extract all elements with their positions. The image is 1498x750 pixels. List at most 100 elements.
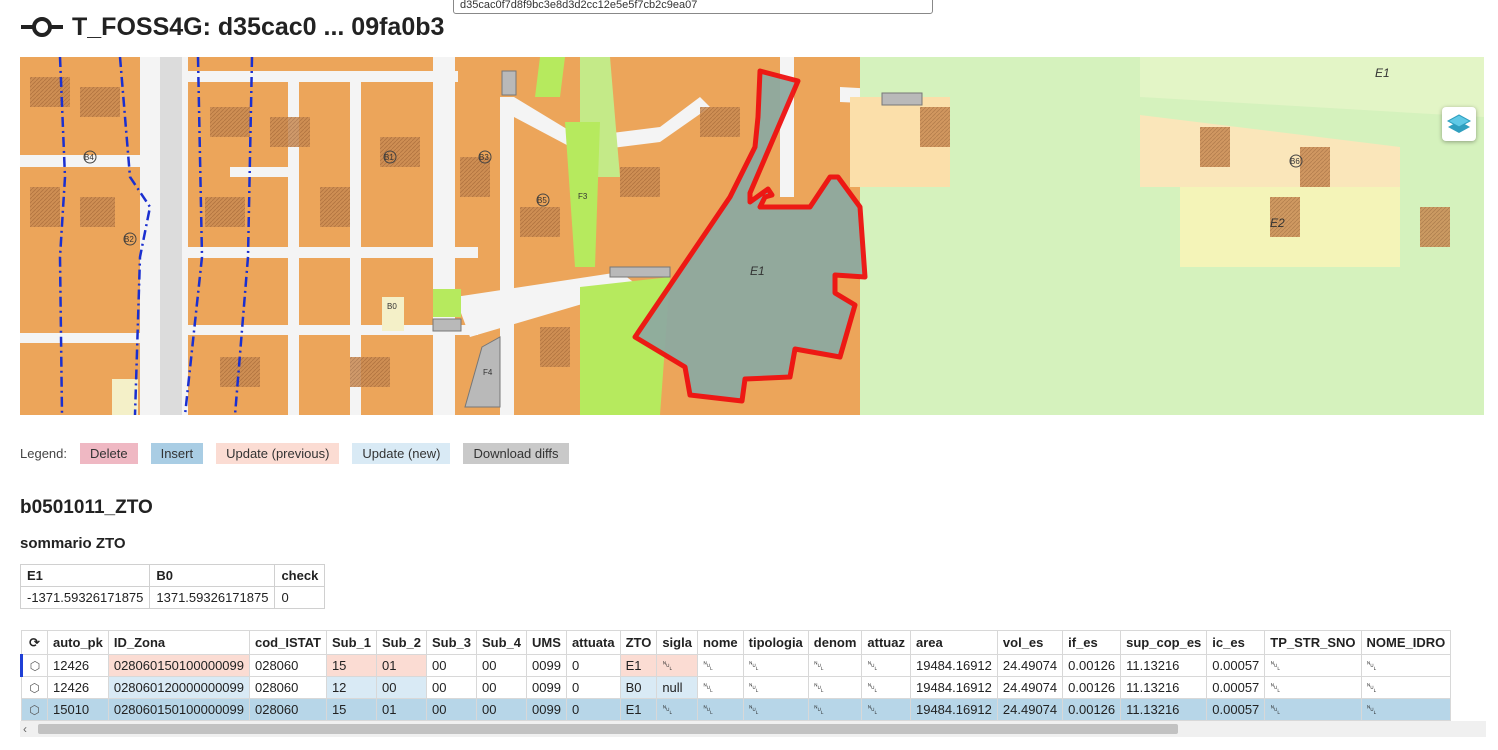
column-header[interactable]: tipologia (742, 630, 809, 655)
layers-icon (1446, 114, 1472, 133)
table-cell: 01 (375, 654, 427, 677)
map-label: F3 (578, 192, 588, 201)
legend-delete: Delete (80, 443, 138, 464)
summary-header: E1 (19, 564, 151, 587)
map-label: B2 (124, 235, 134, 244)
table-cell: ␀ (1360, 676, 1452, 699)
column-header[interactable]: Sub_2 (375, 630, 427, 655)
table-cell: 0099 (526, 698, 567, 721)
column-header[interactable]: ID_Zona (107, 630, 250, 655)
table-cell: 0.00126 (1062, 654, 1122, 677)
map-canvas[interactable]: E1 E2 E1 B1 B2 B3 B4 B5 B6 B0 F3 F4 (20, 57, 1484, 415)
map-label: B0 (387, 302, 397, 311)
table-cell: ␀ (742, 698, 809, 721)
legend-label: Legend: (20, 446, 67, 461)
table-cell: ␀ (807, 654, 863, 677)
legend-insert: Insert (150, 443, 204, 464)
table-cell: 00 (425, 654, 478, 677)
row-state-icon[interactable]: ⬡ (21, 676, 48, 699)
column-header[interactable]: NOME_IDRO (1360, 630, 1452, 655)
table-cell: ␀ (696, 654, 744, 677)
column-header[interactable]: ZTO (619, 630, 658, 655)
summary-table: E1 B0 check -1371.59326171875 1371.59326… (19, 564, 326, 609)
table-cell: 0099 (526, 654, 567, 677)
table-cell: 0099 (526, 676, 567, 699)
table-row[interactable]: ⬡ 12426 028060120000000099 028060 12 00 00 00 00… (21, 676, 1452, 699)
column-header[interactable]: cod_ISTAT (248, 630, 327, 655)
table-cell: ␀ (742, 654, 809, 677)
table-cell: ␀ (861, 654, 911, 677)
table-row[interactable]: ⬡ 15010 028060150100000099 028060 15 01 00 00 00… (21, 698, 1452, 721)
layers-control-button[interactable] (1442, 107, 1476, 141)
table-cell: 12 (325, 676, 377, 699)
table-cell: 0.00057 (1206, 698, 1266, 721)
column-header[interactable]: auto_pk (47, 630, 109, 655)
table-cell: 00 (475, 698, 528, 721)
table-cell: 0.00057 (1206, 676, 1266, 699)
commit-hash-tooltip: d35cac0f7d8f9bc3e8d3d2cc12e5e5f7cb2c9ea0… (453, 0, 933, 14)
table-cell: 24.49074 (996, 654, 1064, 677)
table-cell: ␀ (1264, 698, 1362, 721)
map-label: B1 (384, 153, 394, 162)
table-cell: 028060150100000099 (107, 698, 250, 721)
diff-grid: ⟳ auto_pk ID_Zona cod_ISTAT Sub_1 Sub_2 Sub_3 S… (20, 630, 1452, 721)
table-cell: 15 (325, 654, 377, 677)
table-cell: B0 (619, 676, 658, 699)
page-header: T_FOSS4G: d35cac0 ... 09fa0b3 (20, 10, 444, 44)
column-header[interactable]: ic_es (1206, 630, 1266, 655)
horizontal-scrollbar[interactable]: ‹ (20, 721, 1486, 737)
summary-cell: 0 (274, 586, 326, 609)
table-cell: ␀ (656, 698, 698, 721)
table-cell: 0.00126 (1062, 676, 1122, 699)
table-row[interactable]: ⬡ 12426 028060150100000099 028060 15 01 00 00 00… (20, 654, 1452, 677)
table-cell: 24.49074 (996, 698, 1064, 721)
row-state-header-icon: ⟳ (21, 630, 48, 655)
map-view[interactable]: E1 E2 E1 B1 B2 B3 B4 B5 B6 B0 F3 F4 (20, 57, 1484, 415)
scroll-left-icon[interactable]: ‹ (23, 721, 27, 737)
row-state-icon[interactable]: ⬡ (20, 654, 48, 677)
legend-update-previous: Update (previous) (216, 443, 340, 464)
column-header[interactable]: vol_es (996, 630, 1064, 655)
column-header[interactable]: attuaz (861, 630, 911, 655)
table-cell: ␀ (1264, 654, 1362, 677)
table-cell: ␀ (807, 698, 863, 721)
table-cell: 028060 (248, 654, 327, 677)
table-cell: 19484.16912 (909, 654, 998, 677)
column-header[interactable]: nome (696, 630, 744, 655)
table-cell: 00 (425, 676, 478, 699)
column-header[interactable]: denom (807, 630, 863, 655)
table-cell: 00 (425, 698, 478, 721)
column-header[interactable]: attuata (565, 630, 621, 655)
page-title: T_FOSS4G: d35cac0 ... 09fa0b3 (72, 12, 445, 41)
column-header[interactable]: Sub_4 (475, 630, 528, 655)
table-cell: ␀ (861, 676, 911, 699)
table-cell: 0.00057 (1206, 654, 1266, 677)
table-cell: 12426 (47, 654, 109, 677)
table-cell: ␀ (696, 676, 744, 699)
column-header[interactable]: sup_cop_es (1120, 630, 1208, 655)
column-header[interactable]: TP_STR_SNO (1264, 630, 1362, 655)
column-header[interactable]: UMS (526, 630, 567, 655)
table-cell: 15 (325, 698, 377, 721)
map-label: E1 (1375, 66, 1390, 80)
table-cell: 00 (475, 654, 528, 677)
scrollbar-thumb[interactable] (38, 724, 1178, 734)
table-cell: 24.49074 (996, 676, 1064, 699)
commit-icon (21, 17, 63, 37)
table-cell: 00 (375, 676, 427, 699)
table-cell: ␀ (861, 698, 911, 721)
column-header[interactable]: sigla (656, 630, 698, 655)
table-cell: 028060 (248, 698, 327, 721)
map-label: B3 (479, 153, 489, 162)
map-label: B4 (84, 153, 94, 162)
table-cell: 028060 (248, 676, 327, 699)
column-header[interactable]: area (909, 630, 998, 655)
column-header[interactable]: if_es (1062, 630, 1122, 655)
column-header[interactable]: Sub_1 (325, 630, 377, 655)
table-cell: 0 (565, 654, 621, 677)
download-diffs-button[interactable]: Download diffs (463, 443, 569, 464)
row-state-icon[interactable]: ⬡ (21, 698, 48, 721)
column-header[interactable]: Sub_3 (425, 630, 478, 655)
table-cell: 0.00126 (1062, 698, 1122, 721)
summary-cell: -1371.59326171875 (19, 586, 151, 609)
